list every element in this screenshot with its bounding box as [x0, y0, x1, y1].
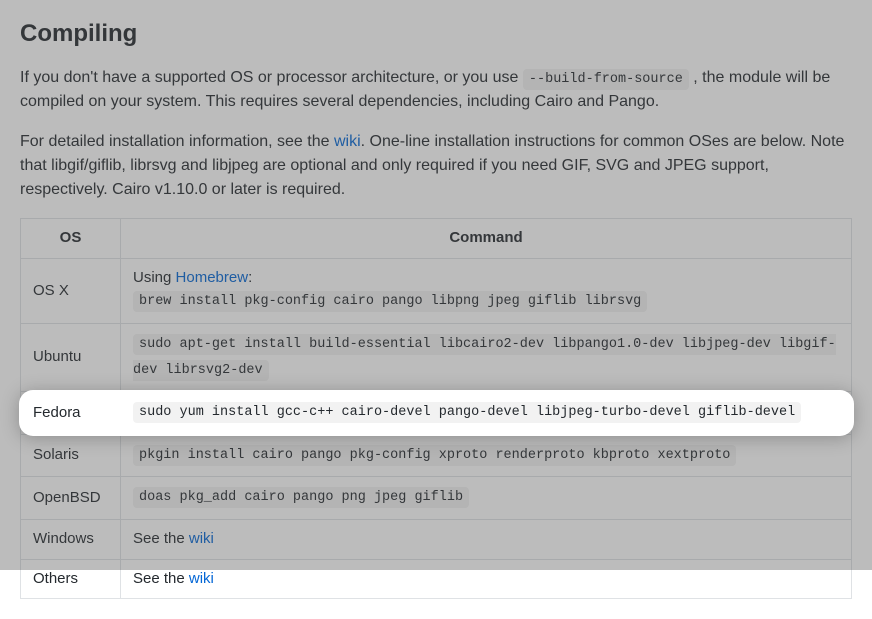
- doc-content: Compiling If you don't have a supported …: [0, 0, 872, 619]
- table-row: OS X Using Homebrew: brew install pkg-co…: [21, 258, 852, 323]
- homebrew-link[interactable]: Homebrew: [176, 269, 249, 286]
- wiki-link[interactable]: wiki: [334, 133, 361, 150]
- os-cell: Others: [21, 559, 121, 599]
- install-command-code: doas pkg_add cairo pango png jpeg giflib: [133, 487, 469, 508]
- install-command-code: pkgin install cairo pango pkg-config xpr…: [133, 445, 736, 466]
- build-flag-code: --build-from-source: [523, 69, 689, 90]
- col-os: OS: [21, 219, 121, 259]
- os-cell: Windows: [21, 520, 121, 560]
- os-cell: OpenBSD: [21, 477, 121, 520]
- text: Using: [133, 269, 176, 286]
- os-cell: Fedora: [21, 392, 121, 435]
- table-row-highlighted: Fedora sudo yum install gcc-c++ cairo-de…: [21, 392, 852, 435]
- command-cell: Using Homebrew: brew install pkg-config …: [121, 258, 852, 323]
- wiki-link[interactable]: wiki: [189, 570, 214, 587]
- table-row: Solaris pkgin install cairo pango pkg-co…: [21, 434, 852, 477]
- col-command: Command: [121, 219, 852, 259]
- table-row: Windows See the wiki: [21, 520, 852, 560]
- text: See the: [133, 570, 189, 587]
- install-table: OS Command OS X Using Homebrew: brew ins…: [20, 218, 852, 599]
- intro-paragraph-2: For detailed installation information, s…: [20, 130, 852, 202]
- install-command-code: brew install pkg-config cairo pango libp…: [133, 291, 647, 312]
- table-row: Ubuntu sudo apt-get install build-essent…: [21, 323, 852, 391]
- command-cell: sudo yum install gcc-c++ cairo-devel pan…: [121, 392, 852, 435]
- command-cell: See the wiki: [121, 520, 852, 560]
- table-row: Others See the wiki: [21, 559, 852, 599]
- command-cell: sudo apt-get install build-essential lib…: [121, 323, 852, 391]
- install-command-code: sudo yum install gcc-c++ cairo-devel pan…: [133, 402, 801, 423]
- command-cell: pkgin install cairo pango pkg-config xpr…: [121, 434, 852, 477]
- table-header-row: OS Command: [21, 219, 852, 259]
- section-heading: Compiling: [20, 16, 852, 52]
- command-cell: See the wiki: [121, 559, 852, 599]
- install-command-code: sudo apt-get install build-essential lib…: [133, 334, 836, 381]
- command-cell: doas pkg_add cairo pango png jpeg giflib: [121, 477, 852, 520]
- os-cell: Solaris: [21, 434, 121, 477]
- wiki-link[interactable]: wiki: [189, 530, 214, 547]
- os-cell: Ubuntu: [21, 323, 121, 391]
- text: For detailed installation information, s…: [20, 133, 334, 150]
- text: :: [248, 269, 252, 286]
- text: If you don't have a supported OS or proc…: [20, 69, 523, 86]
- text: See the: [133, 530, 189, 547]
- table-row: OpenBSD doas pkg_add cairo pango png jpe…: [21, 477, 852, 520]
- intro-paragraph-1: If you don't have a supported OS or proc…: [20, 66, 852, 114]
- os-cell: OS X: [21, 258, 121, 323]
